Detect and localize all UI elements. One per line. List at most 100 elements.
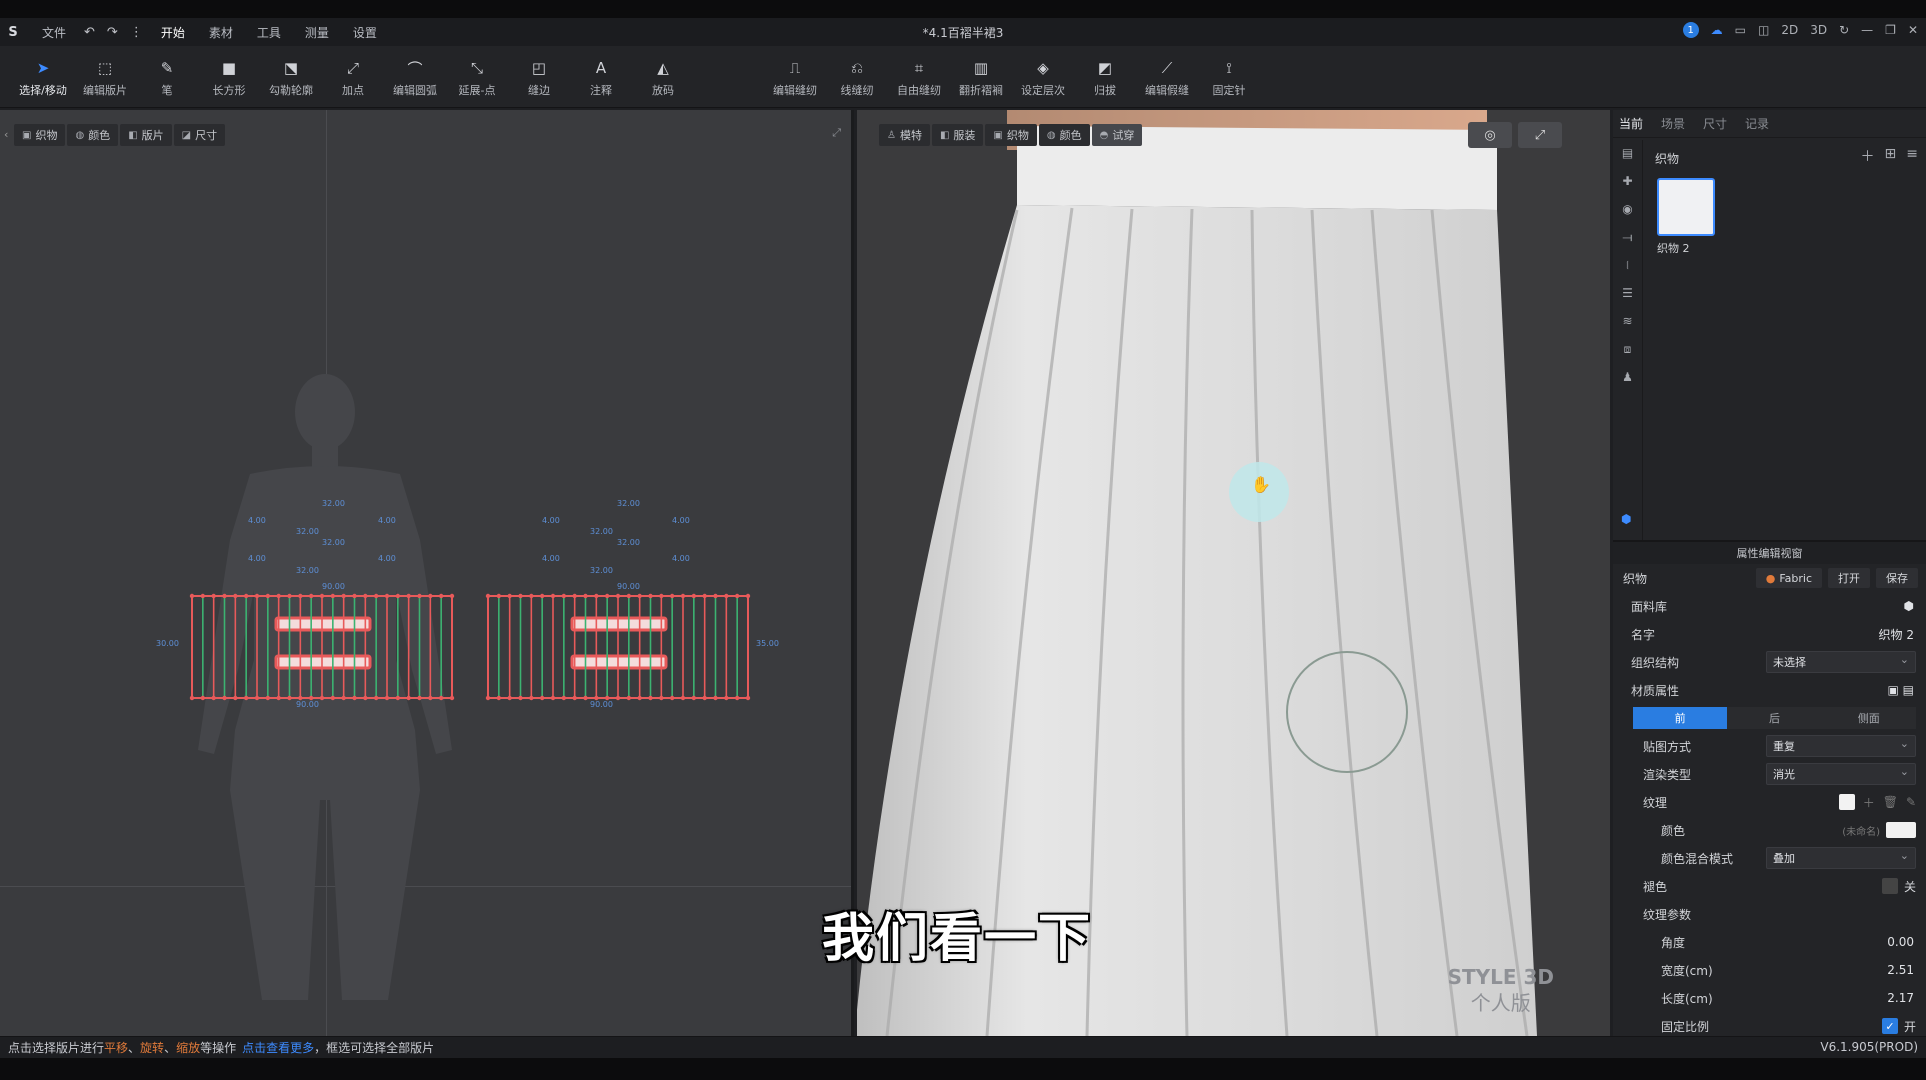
pleat-point[interactable] <box>724 593 729 599</box>
tool-seam-allowance[interactable]: ◰ 缝边 <box>508 46 570 98</box>
learn-more-link[interactable]: 点击查看更多 <box>242 1039 314 1056</box>
save-button[interactable]: 保存 <box>1876 568 1918 588</box>
close-icon[interactable]: ✕ <box>1908 23 1918 37</box>
pleat-point[interactable] <box>373 593 379 599</box>
menu-measure[interactable]: 测量 <box>293 24 341 41</box>
render-type-select[interactable]: 消光 <box>1766 763 1916 785</box>
pleat-point[interactable] <box>308 593 314 599</box>
tab3d-fabric[interactable]: ▣ 织物 <box>985 124 1037 146</box>
pleat-point[interactable] <box>428 593 433 599</box>
more-icon[interactable]: ⋮ <box>130 25 143 40</box>
tool-pen[interactable]: ✎ 笔 <box>136 46 198 98</box>
texture-delete-icon[interactable]: 🗑 <box>1883 795 1898 809</box>
side-edge-tab[interactable]: 侧面 <box>1821 707 1916 729</box>
pleat-point[interactable] <box>363 695 368 701</box>
side-front-tab[interactable]: 前 <box>1633 707 1728 729</box>
tool-annotation[interactable]: A 注释 <box>570 46 632 98</box>
pleat-point[interactable] <box>702 593 707 599</box>
layout-icon[interactable]: ▭ <box>1735 23 1746 37</box>
fabric-library-button[interactable]: ● Fabric <box>1755 568 1822 588</box>
pleat-point[interactable] <box>626 593 632 599</box>
pleat-point[interactable] <box>352 695 357 701</box>
pleat-point[interactable] <box>254 695 260 701</box>
pleat-point[interactable] <box>363 593 368 599</box>
cube-icon[interactable]: ⬢ <box>1621 512 1631 526</box>
pleat-point[interactable] <box>604 593 610 599</box>
pleat-point[interactable] <box>395 695 401 701</box>
pleat-point[interactable] <box>669 593 675 599</box>
pleat-point[interactable] <box>583 593 588 599</box>
pleat-point[interactable] <box>406 593 411 599</box>
tab3d-color[interactable]: ◍ 颜色 <box>1038 124 1090 146</box>
pleat-point[interactable] <box>417 695 422 701</box>
pleat-point[interactable] <box>485 695 491 701</box>
pleat-point[interactable] <box>669 695 675 701</box>
topstitch-list-icon[interactable]: ⟞ <box>1621 230 1635 244</box>
pleat-point[interactable] <box>200 593 206 599</box>
pleat-point[interactable] <box>550 593 556 599</box>
pleat-point[interactable] <box>507 593 512 599</box>
pleat-point[interactable] <box>724 695 729 701</box>
view-3d-button[interactable]: 3D <box>1810 23 1827 37</box>
pleat-point[interactable] <box>384 695 390 701</box>
texture-add-icon[interactable]: ＋ <box>1863 794 1875 811</box>
pleat-point[interactable] <box>713 695 718 701</box>
tab-current[interactable]: 当前 <box>1619 115 1643 132</box>
pleat-point[interactable] <box>507 695 512 701</box>
pleat-point[interactable] <box>395 593 401 599</box>
menu-tools[interactable]: 工具 <box>245 24 293 41</box>
pleat-point[interactable] <box>734 593 740 599</box>
fabric-name-value[interactable]: 织物 2 <box>1879 626 1914 643</box>
add-fabric-icon[interactable]: ＋ <box>1861 146 1875 166</box>
tab-scene[interactable]: 场景 <box>1661 115 1685 132</box>
pleat-point[interactable] <box>200 695 206 701</box>
pleat-point[interactable] <box>211 593 216 599</box>
pleat-point[interactable] <box>428 695 433 701</box>
pleat-point[interactable] <box>626 695 632 701</box>
tool-extend-point[interactable]: ⤡ 延展-点 <box>446 46 508 98</box>
pleat-point[interactable] <box>648 593 653 599</box>
tool-trace-outline[interactable]: ⬔ 勾勒轮廓 <box>260 46 322 98</box>
tape-list-icon[interactable]: ⧈ <box>1621 342 1635 356</box>
pleat-point[interactable] <box>341 695 346 701</box>
weave-select[interactable]: 未选择 <box>1766 651 1916 673</box>
side-back-tab[interactable]: 后 <box>1727 707 1822 729</box>
trim-list-icon[interactable]: ☰ <box>1621 286 1635 300</box>
pleat-point[interactable] <box>659 593 664 599</box>
tool-edit-pattern[interactable]: ⬚ 编辑版片 <box>74 46 136 98</box>
tool-rectangle[interactable]: ■ 长方形 <box>198 46 260 98</box>
pleat-point[interactable] <box>233 695 238 701</box>
pleat-point[interactable] <box>287 695 292 701</box>
pleat-point[interactable] <box>539 593 545 599</box>
measure-tool-icon[interactable]: ⤢ <box>1518 122 1562 148</box>
pleat-point[interactable] <box>485 593 491 599</box>
length-value[interactable]: 2.17 <box>1887 991 1914 1005</box>
tab3d-avatar[interactable]: ♙ 模特 <box>879 124 930 146</box>
undo-icon[interactable]: ↶ <box>84 25 95 40</box>
pleat-point[interactable] <box>406 695 411 701</box>
fabric-thumbnail[interactable] <box>1657 178 1715 236</box>
pleat-point[interactable] <box>615 593 621 599</box>
pleat-point[interactable] <box>384 593 390 599</box>
notification-badge[interactable]: 1 <box>1682 22 1699 38</box>
menu-material[interactable]: 素材 <box>197 24 245 41</box>
split-icon[interactable]: ◫ <box>1758 23 1769 37</box>
pleat-point[interactable] <box>330 695 336 701</box>
stitch-list-icon[interactable]: ≋ <box>1621 314 1635 328</box>
pattern-2d-window[interactable]: ‹ ▣ 织物 ◍ 颜色 ◧ 版片 ◪ 尺寸 ⤢ 32.00 4.00 4.00 32.0… <box>0 110 854 1036</box>
camera-reset-icon[interactable]: ◎ <box>1468 122 1512 148</box>
pleat-point[interactable] <box>648 695 653 701</box>
pleat-point[interactable] <box>189 593 195 599</box>
pleat-point[interactable] <box>341 593 346 599</box>
fabric-list-icon[interactable]: ▤ <box>1621 146 1635 160</box>
pleat-point[interactable] <box>529 695 534 701</box>
pleat-point[interactable] <box>265 593 271 599</box>
pleat-point[interactable] <box>691 593 697 599</box>
redo-icon[interactable]: ↷ <box>107 25 118 40</box>
pleat-point[interactable] <box>222 695 227 701</box>
pleat-point[interactable] <box>637 593 642 599</box>
tool-free-sewing[interactable]: ⌗ 自由缝纫 <box>888 46 950 98</box>
pleat-point[interactable] <box>518 695 523 701</box>
tool-shrink[interactable]: ◩ 归拔 <box>1074 46 1136 98</box>
avatar-list-icon[interactable]: ♟ <box>1621 370 1635 384</box>
